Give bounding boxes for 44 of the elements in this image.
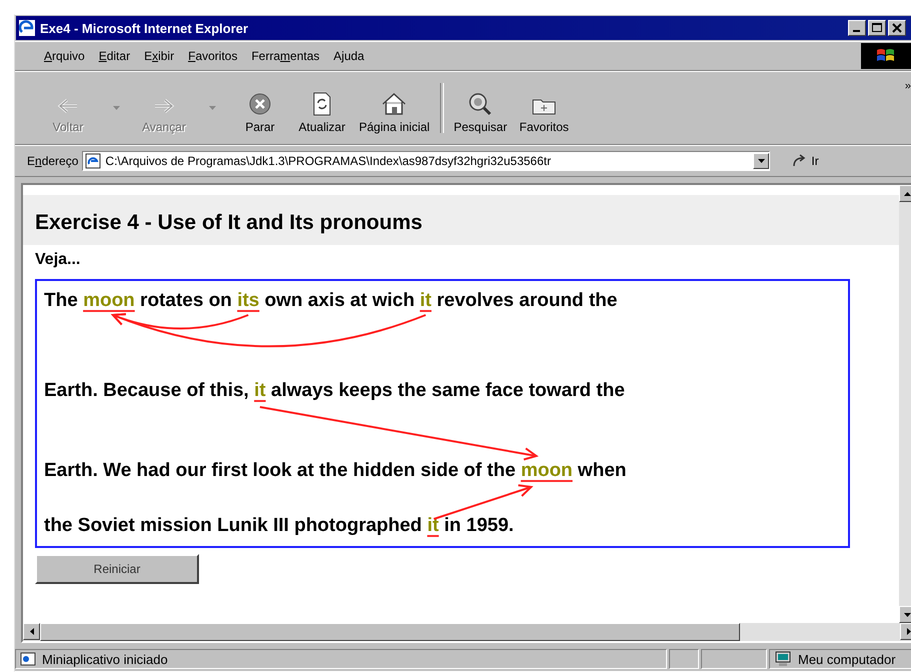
computer-icon xyxy=(774,651,792,667)
maximize-button[interactable] xyxy=(868,20,886,36)
window-title: Exe4 - Microsoft Internet Explorer xyxy=(40,20,250,36)
browser-icon xyxy=(19,20,35,36)
status-message: Miniaplicativo iniciado xyxy=(15,649,667,669)
house-icon xyxy=(380,92,408,116)
address-field[interactable]: C:\Arquivos de Programas\Jdk1.3\PROGRAMAS\Index\as987dsyf32hgri32u53566tr xyxy=(82,151,770,171)
passage-line: The moon rotates on its own axis at wich it revolves around the xyxy=(44,289,618,313)
status-pane xyxy=(669,649,699,669)
left-arrow-icon[interactable] xyxy=(30,628,34,635)
toolbar-button[interactable]: Página inicial xyxy=(353,82,436,134)
menu-item[interactable]: Favoritos xyxy=(181,47,244,65)
address-label: Endereço xyxy=(27,154,78,168)
refresh-icon xyxy=(312,92,332,116)
minimize-button[interactable] xyxy=(848,20,866,36)
toolbar-button[interactable]: Parar xyxy=(229,82,291,134)
restart-button[interactable]: Reiniciar xyxy=(35,554,199,584)
page-heading: Exercise 4 - Use of It and Its pronoums xyxy=(35,211,424,236)
close-button[interactable] xyxy=(888,20,906,36)
zone-panel: Meu computador xyxy=(769,649,911,669)
horizontal-scrollbar[interactable] xyxy=(23,623,911,641)
down-arrow-icon[interactable] xyxy=(904,612,911,616)
menu-item[interactable]: Arquivo xyxy=(37,47,92,65)
toolbar-button[interactable]: Favoritos xyxy=(513,82,576,134)
more-button[interactable]: » xyxy=(904,80,911,92)
menu-item[interactable]: Exibir xyxy=(137,47,182,65)
menu-item[interactable]: Ferramentas xyxy=(244,47,326,65)
stop-icon xyxy=(248,92,272,116)
page-icon xyxy=(85,153,102,169)
go-button[interactable]: Ir xyxy=(786,153,825,169)
status-pane xyxy=(701,649,767,669)
dropdown-button[interactable] xyxy=(753,153,770,169)
menu-item[interactable]: Ajuda xyxy=(326,47,372,65)
windows-logo xyxy=(861,43,911,69)
toolbar-button[interactable]: Atualizar xyxy=(291,82,353,134)
magnifier-icon xyxy=(467,92,494,116)
passage-line: the Soviet mission Lunik III photographed it in 1959. xyxy=(44,514,515,538)
toolbar-button[interactable]: Pesquisar xyxy=(448,82,514,134)
passage-line: Earth. Because of this, it always keeps the same face toward the xyxy=(44,379,626,403)
page-icon xyxy=(20,652,36,666)
up-arrow-icon[interactable] xyxy=(904,192,911,196)
right-arrow-icon[interactable] xyxy=(906,628,910,635)
passage-line: Earth. We had our first look at the hidden side of the moon when xyxy=(44,459,628,483)
menu-item[interactable]: Editar xyxy=(92,47,138,65)
